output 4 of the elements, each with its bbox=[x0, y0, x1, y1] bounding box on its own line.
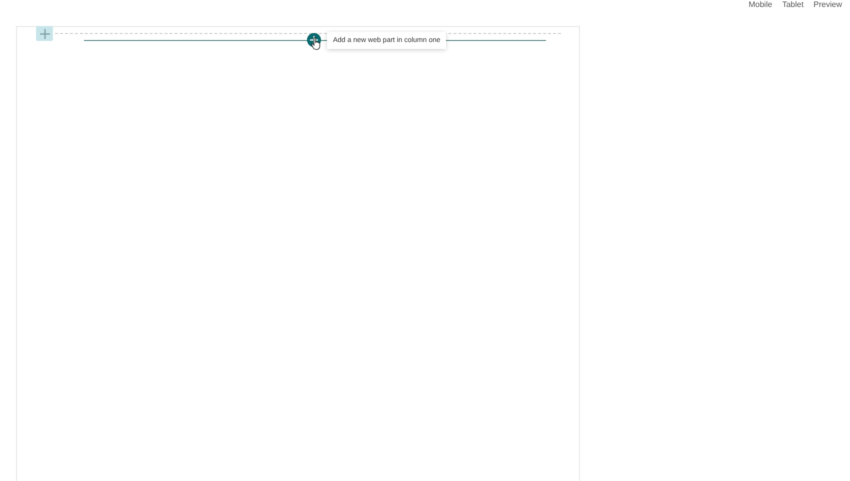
toolbar-link[interactable]: Mobile bbox=[748, 0, 772, 9]
toolbar-link[interactable]: Preview bbox=[814, 0, 842, 9]
toolbar-link[interactable]: Tablet bbox=[782, 0, 804, 9]
hand-cursor-icon bbox=[311, 37, 321, 50]
